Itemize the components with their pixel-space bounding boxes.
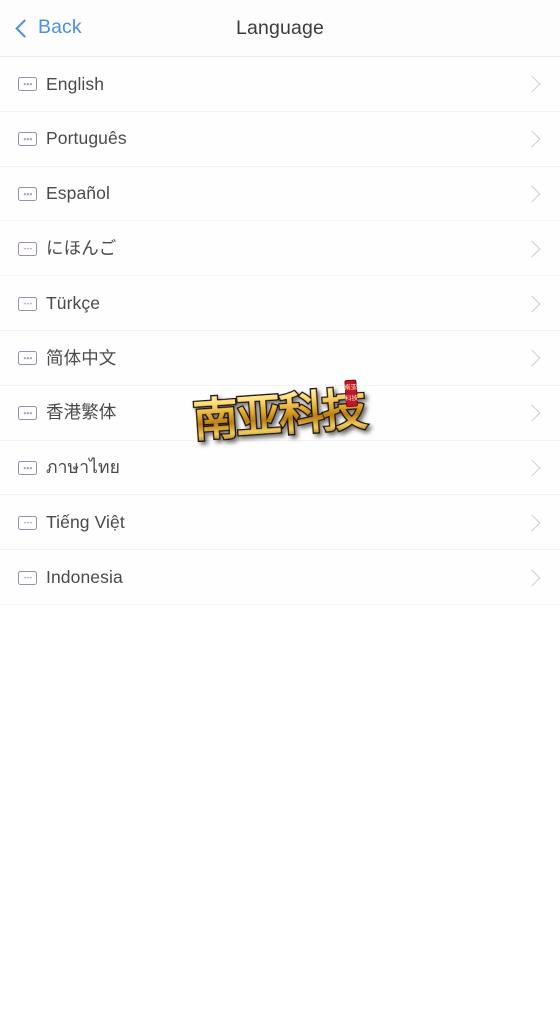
broken-image-placeholder-icon <box>18 515 37 530</box>
chevron-left-icon <box>15 18 34 38</box>
language-list-item[interactable]: 简体中文 <box>0 330 560 386</box>
chevron-right-icon <box>523 75 541 93</box>
language-list-item[interactable]: にほんご <box>0 221 560 277</box>
broken-image-placeholder-icon <box>18 241 37 256</box>
navigation-bar: Back Language <box>0 0 560 57</box>
language-list-item[interactable]: ภาษาไทย <box>0 440 560 496</box>
language-list-item-label: 简体中文 <box>46 347 117 368</box>
language-list-item-label: 香港繁体 <box>46 402 117 423</box>
chevron-right-icon <box>523 185 541 203</box>
language-list-item[interactable]: Indonesia <box>0 550 560 605</box>
back-button-label: Back <box>38 16 82 39</box>
language-list-item-label: Português <box>46 128 127 149</box>
language-list-item-label: Español <box>46 183 110 204</box>
language-list-item[interactable]: Tiếng Việt <box>0 495 560 551</box>
broken-image-placeholder-icon <box>18 186 37 201</box>
language-list: English Português Español にほんご Türkçe 简体中文香港繁… <box>0 57 560 605</box>
chevron-right-icon <box>523 514 541 532</box>
language-list-item[interactable]: Türkçe <box>0 276 560 331</box>
language-list-item[interactable]: Español <box>0 166 560 222</box>
chevron-right-icon <box>523 404 541 422</box>
broken-image-placeholder-icon <box>18 570 37 585</box>
chevron-right-icon <box>523 349 541 367</box>
chevron-right-icon <box>523 130 541 148</box>
chevron-right-icon <box>523 569 541 587</box>
language-list-item-label: にほんご <box>46 238 117 259</box>
broken-image-placeholder-icon <box>18 351 37 366</box>
broken-image-placeholder-icon <box>18 296 37 311</box>
back-button[interactable]: Back <box>15 16 82 39</box>
empty-content-area <box>0 604 560 1024</box>
chevron-right-icon <box>523 295 541 313</box>
broken-image-placeholder-icon <box>18 406 37 421</box>
language-list-item-label: Türkçe <box>46 292 101 313</box>
broken-image-placeholder-icon <box>18 132 37 147</box>
chevron-right-icon <box>523 459 541 477</box>
language-list-item-label: Indonesia <box>46 566 123 587</box>
language-list-item-label: English <box>46 73 105 94</box>
language-settings-screen: Back Language English Português Español にほん… <box>0 0 560 1024</box>
language-list-item-label: ภาษาไทย <box>46 457 121 478</box>
broken-image-placeholder-icon <box>18 460 37 475</box>
chevron-right-icon <box>523 240 541 258</box>
language-list-item[interactable]: 香港繁体 <box>0 385 560 441</box>
broken-image-placeholder-icon <box>18 77 37 92</box>
language-list-item-label: Tiếng Việt <box>46 512 125 533</box>
page-title: Language <box>236 16 324 39</box>
language-list-item[interactable]: English <box>0 57 560 112</box>
language-list-item[interactable]: Português <box>0 111 560 167</box>
